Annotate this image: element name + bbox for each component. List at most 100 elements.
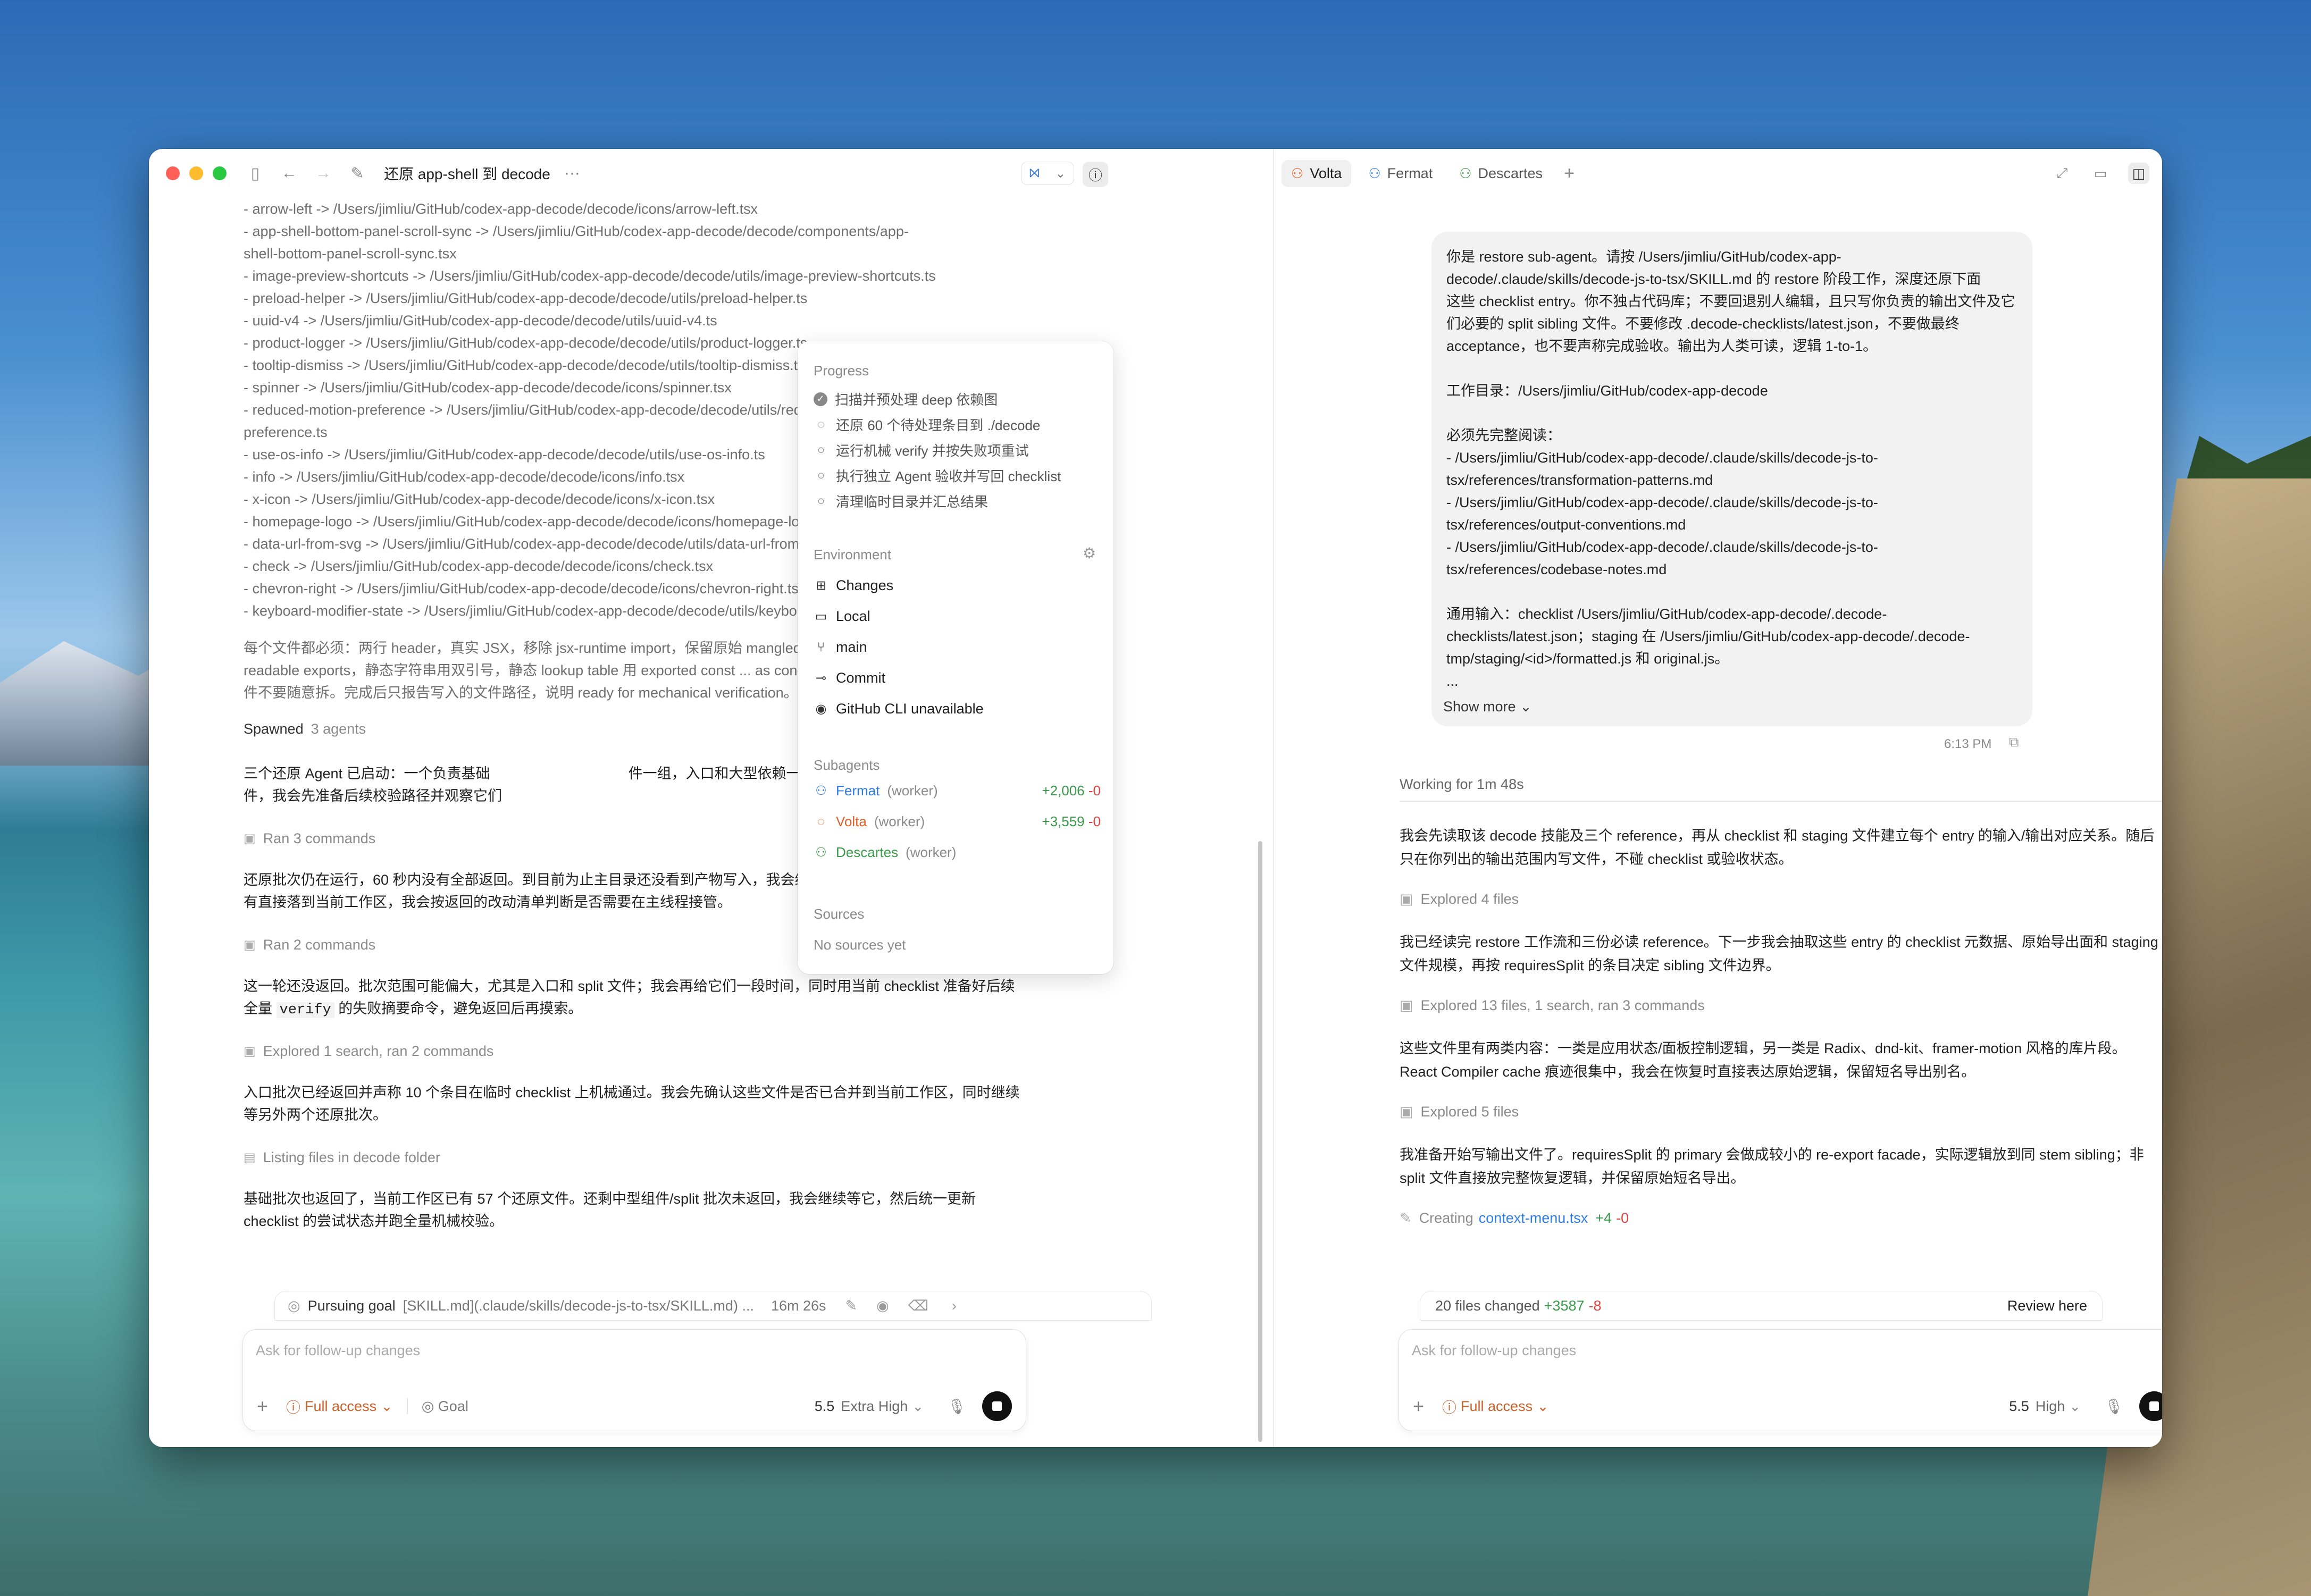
spinner-icon: ◌ (817, 814, 825, 829)
pane-divider[interactable] (1273, 149, 1274, 1447)
subagents-title: Subagents (814, 757, 880, 773)
message-line: 我已经读完 restore 工作流和三份必读 reference。下一步我会抽取… (1400, 934, 2158, 950)
tool-summary[interactable]: ▤ Listing files in decode folder (244, 1149, 440, 1166)
subagent-volta[interactable]: ◌ Volta (worker) +3,559 -0 (814, 813, 1101, 830)
info-icon[interactable]: ⓘ (1083, 162, 1108, 187)
subagent-name: Fermat (836, 783, 880, 799)
stop-button[interactable] (982, 1391, 1012, 1421)
back-arrow-icon[interactable]: ← (279, 163, 300, 184)
review-here-button[interactable]: Review here (2007, 1298, 2087, 1314)
right-composer[interactable]: Ask for follow-up changes + ⓘ Full access… (1399, 1329, 2162, 1431)
tool-summary[interactable]: ▣ Explored 1 search, ran 2 commands (244, 1043, 493, 1060)
side-panel-icon[interactable]: ◫ (2128, 163, 2149, 184)
expand-icon[interactable]: ⤢ (2052, 163, 2073, 184)
open-in-editor-button[interactable]: ⨝ ⌄ (1021, 162, 1074, 185)
tab-fermat[interactable]: ⚇ Fermat (1359, 160, 1442, 187)
deletions: -0 (1616, 1210, 1629, 1226)
stop-button[interactable] (2139, 1391, 2162, 1421)
changes-icon: ⊞ (815, 578, 827, 593)
bottom-panel-icon[interactable]: ▭ (2090, 163, 2111, 184)
sidebar-toggle-icon[interactable]: ▯ (245, 163, 266, 184)
subagent-fermat[interactable]: ⚇ Fermat (worker) +2,006 -0 (814, 783, 1101, 799)
more-options-icon[interactable]: ··· (564, 164, 580, 182)
message-content-types: 这些文件里有两类内容：一类是应用状态/面板控制逻辑，另一类是 Radix、dnd… (1400, 1037, 2162, 1083)
files-changed-bar[interactable]: 20 files changed +3587 -8 Review here (1420, 1291, 2103, 1321)
file-mapping-line: - app-shell-bottom-panel-scroll-sync -> … (244, 223, 909, 239)
separator (406, 1398, 408, 1414)
access-dropdown[interactable]: ⓘ Full access ⌄ (1442, 1396, 1549, 1417)
tool-summary[interactable]: ▣ Ran 3 commands (244, 830, 375, 847)
composer-input[interactable]: Ask for follow-up changes (256, 1342, 420, 1359)
subagent-name: Volta (836, 813, 867, 829)
show-more-button[interactable]: Show more ⌄ (1443, 699, 1532, 715)
settings-gear-icon[interactable]: ⚙ (1083, 544, 1096, 562)
add-attachment-icon[interactable]: + (1413, 1395, 1424, 1417)
files-changed-label: 20 files changed (1435, 1297, 1540, 1314)
chevron-right-icon[interactable]: › (952, 1298, 957, 1314)
zoom-window-button[interactable] (213, 166, 227, 180)
warning-icon: ⓘ (286, 1399, 301, 1416)
agent-icon: ⚇ (1368, 165, 1381, 181)
message-line: 我会先读取该 decode 技能及三个 reference，再从 checkli… (1400, 828, 2155, 844)
spawned-count: 3 agents (311, 721, 366, 737)
pencil-icon: ✎ (1400, 1210, 1412, 1226)
progress-item: ○ 清理临时目录并汇总结果 (814, 491, 1101, 511)
tab-volta[interactable]: ⚇ Volta (1282, 159, 1352, 187)
vscode-icon: ⨝ (1029, 166, 1040, 180)
creating-file-link[interactable]: context-menu.tsx (1479, 1210, 1588, 1227)
traffic-lights (166, 166, 227, 180)
close-window-button[interactable] (166, 166, 180, 180)
message-base-returned: 基础批次也返回了，当前工作区已有 57 个还原文件。还剩中型组件/split 批… (244, 1188, 1020, 1232)
trash-icon[interactable]: ⌫ (908, 1298, 928, 1314)
env-branch[interactable]: ⑂ main (814, 639, 1101, 656)
left-composer[interactable]: Ask for follow-up changes + ⓘ Full access… (242, 1329, 1026, 1431)
tool-summary[interactable]: ▣ Ran 2 commands (244, 937, 375, 953)
add-tab-icon[interactable]: + (1564, 163, 1575, 184)
progress-title: Progress (814, 363, 869, 379)
working-status[interactable]: Working for 1m 48s (1400, 776, 2162, 802)
message-line: 只在你列出的输出范围内写文件，不碰 checklist 或验收状态。 (1400, 851, 1793, 867)
message-line: split 文件直接放完整恢复逻辑，并保留原始短名导出。 (1400, 1170, 1745, 1186)
tab-descartes[interactable]: ⚇ Descartes (1450, 160, 1552, 187)
copy-icon[interactable]: ⧉ (2009, 734, 2019, 751)
compose-icon[interactable]: ✎ (347, 163, 368, 184)
subagent-descartes[interactable]: ⚇ Descartes (worker) (814, 844, 1101, 861)
access-dropdown[interactable]: ⓘ Full access ⌄ (286, 1396, 393, 1417)
minimize-window-button[interactable] (189, 166, 203, 180)
sources-empty: No sources yet (814, 937, 906, 953)
goal-bar[interactable]: ◎ Pursuing goal [SKILL.md](.claude/skill… (274, 1291, 1152, 1321)
access-label: Full access (305, 1398, 377, 1414)
env-label: main (836, 639, 867, 655)
environment-title: Environment (814, 547, 891, 562)
microphone-icon[interactable]: 🎙 (947, 1398, 966, 1415)
model-label: 5.5 (814, 1398, 835, 1414)
edit-icon[interactable]: ✎ (845, 1298, 858, 1314)
deletions: -8 (1588, 1297, 1602, 1314)
tool-summary[interactable]: ▣ Explored 13 files, 1 search, ran 3 comm… (1400, 997, 1705, 1014)
message-line: 等另外两个还原批次。 (244, 1107, 387, 1123)
env-commit[interactable]: ⊸ Commit (814, 670, 1101, 686)
microphone-icon[interactable]: 🎙 (2104, 1398, 2123, 1415)
add-attachment-icon[interactable]: + (257, 1395, 268, 1417)
goal-button[interactable]: ◎ Goal (422, 1398, 468, 1415)
bubble-line: tsx/references/codebase-notes.md (1446, 561, 1667, 577)
bubble-line: acceptance，也不要声称完成验收。输出为人类可读，逻辑 1-to-1。 (1446, 338, 1878, 354)
creating-file-status[interactable]: ✎ Creating context-menu.tsx +4 -0 (1400, 1210, 1629, 1227)
spawned-agents[interactable]: Spawned 3 agents (244, 721, 366, 737)
env-changes[interactable]: ⊞ Changes (814, 577, 1101, 594)
pause-icon[interactable]: ◉ (876, 1298, 889, 1314)
goal-label: Pursuing goal (307, 1297, 396, 1314)
model-selector[interactable]: 5.5 Extra High ⌄ (815, 1398, 924, 1415)
composer-input[interactable]: Ask for follow-up changes (1412, 1342, 1576, 1359)
model-selector[interactable]: 5.5 High ⌄ (2009, 1398, 2081, 1415)
tool-summary[interactable]: ▣ Explored 5 files (1400, 1104, 1519, 1120)
progress-item-done: ✓ 扫描并预处理 deep 依赖图 (814, 389, 1101, 409)
tool-summary[interactable]: ▣ Explored 4 files (1400, 891, 1519, 908)
file-mapping-line: - uuid-v4 -> /Users/jimliu/GitHub/codex-… (244, 313, 717, 329)
message-line: 件，我会先准备后续校验路径并观察它们 (244, 788, 502, 804)
goal-time: 16m 26s (771, 1297, 826, 1314)
forward-arrow-icon[interactable]: → (313, 163, 334, 184)
bubble-line: ... (1446, 673, 1459, 689)
env-local[interactable]: ▭ Local (814, 608, 1101, 625)
scrollbar[interactable] (1258, 841, 1262, 1442)
